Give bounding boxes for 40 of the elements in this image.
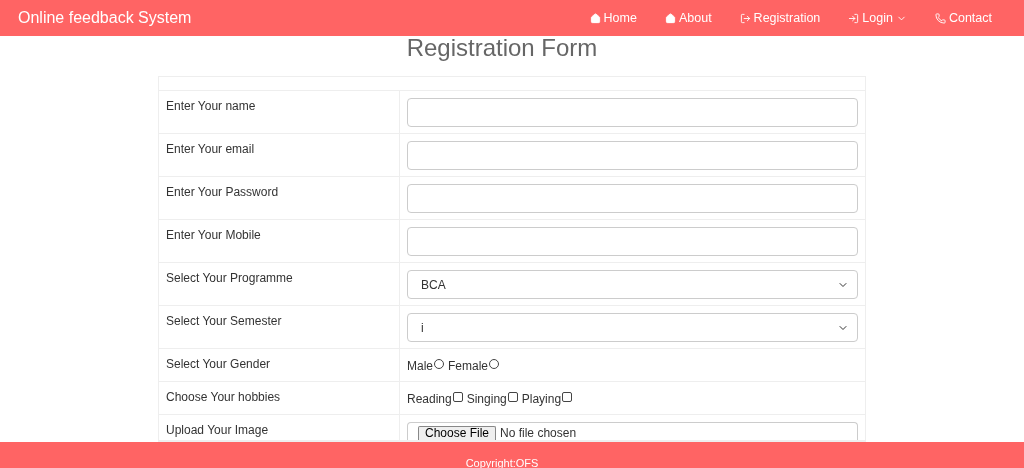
home-icon [589, 12, 601, 24]
file-field[interactable]: Choose File No file chosen [407, 422, 858, 440]
nav-link[interactable]: Contact [920, 11, 1006, 25]
field-label: Select Your Programme [159, 263, 400, 305]
home-icon [664, 12, 676, 24]
sign-out-icon [739, 12, 751, 24]
select-field[interactable]: BCA [407, 270, 858, 299]
select-field[interactable]: i [407, 313, 858, 342]
page-title: Registration Form [406, 36, 599, 63]
checkbox[interactable] [452, 391, 463, 402]
sign-in-icon [848, 12, 860, 24]
choose-file-button[interactable]: Choose File [418, 426, 497, 440]
radio-button[interactable] [489, 358, 500, 369]
option-label: Male [407, 359, 433, 373]
text-field[interactable] [407, 227, 858, 256]
field-label: Upload Your Image [159, 415, 400, 440]
radio-button[interactable] [434, 358, 444, 369]
field-label: Select Your Semester [159, 306, 400, 348]
field-label: Enter Your name [159, 91, 400, 133]
field-label: Choose Your hobbies [159, 382, 400, 414]
option-label: Reading [407, 392, 452, 406]
text-field[interactable] [407, 184, 858, 213]
nav-link[interactable]: Home [575, 11, 651, 25]
field-label: Enter Your Password [159, 177, 400, 219]
phone-icon [934, 12, 946, 24]
brand-name[interactable]: Online feedback System [18, 9, 192, 27]
text-field[interactable] [407, 141, 858, 170]
nav-link[interactable]: Registration [725, 11, 835, 25]
checkbox[interactable] [562, 391, 573, 402]
nav-link[interactable]: About [650, 11, 726, 25]
field-label: Enter Your Mobile [159, 220, 400, 262]
field-label: Enter Your email [159, 134, 400, 176]
field-label: Select Your Gender [159, 349, 400, 381]
checkbox[interactable] [507, 391, 518, 402]
option-label: Singing [466, 392, 507, 406]
text-field[interactable] [407, 98, 858, 127]
option-label: Playing [521, 392, 562, 406]
file-status: No file chosen [500, 426, 577, 440]
nav-link[interactable]: Login [834, 11, 921, 25]
option-label: Female [448, 359, 489, 373]
